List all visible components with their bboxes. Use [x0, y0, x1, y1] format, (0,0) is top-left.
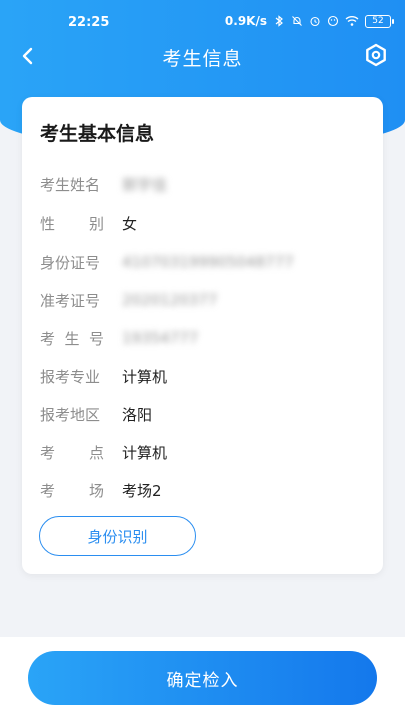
- status-icons: 0.9K/s 52: [224, 14, 394, 28]
- card-title: 考生基本信息: [40, 123, 155, 145]
- nav-bar: 考生信息: [0, 38, 405, 74]
- row-value: 410703199905048777: [122, 253, 294, 271]
- candidate-info-card: 考生基本信息 考生姓名 郭宇佳 性别 女 身份证号 41070319990504…: [22, 97, 383, 574]
- label-char: 生: [64, 329, 80, 348]
- row-label: 报考地区: [40, 405, 101, 424]
- label-char: 号: [88, 329, 104, 348]
- row-value: 计算机: [122, 443, 168, 462]
- row-name: 考生姓名 郭宇佳: [40, 172, 167, 196]
- label-char: 考: [40, 443, 56, 462]
- id-recognition-button[interactable]: 身份识别: [39, 516, 196, 556]
- row-label-char: 考生号: [40, 328, 104, 349]
- row-id-number: 身份证号 410703199905048777: [40, 250, 294, 274]
- row-gender: 性别 女: [40, 211, 137, 235]
- status-time: 22:25: [68, 15, 110, 30]
- label-char: 考: [40, 329, 56, 348]
- bluetooth-icon: [275, 15, 283, 27]
- row-candidate-number: 考生号 19354777: [40, 326, 198, 350]
- settings-icon[interactable]: [363, 42, 389, 68]
- network-speed: 0.9K/s: [224, 14, 267, 28]
- row-exam-room: 考场 考场2: [40, 478, 162, 502]
- face-icon: [327, 15, 339, 27]
- wifi-icon: [345, 16, 359, 26]
- row-value: 考场2: [122, 481, 162, 500]
- row-value: 郭宇佳: [122, 175, 168, 194]
- row-label-char: 考场: [40, 480, 104, 501]
- mute-bell-icon: [292, 16, 302, 26]
- label-char: 考: [40, 481, 56, 500]
- row-exam-site: 考点 计算机: [40, 440, 167, 464]
- row-label: 考场: [40, 480, 104, 501]
- row-admission-number: 准考证号 2020120377: [40, 288, 217, 312]
- alarm-icon: [310, 16, 320, 27]
- row-value: 女: [122, 214, 138, 233]
- row-major: 报考专业 计算机: [40, 364, 167, 388]
- label-char: 性: [40, 214, 56, 233]
- row-label-char: 性别: [40, 213, 104, 234]
- row-value: 19354777: [122, 329, 199, 347]
- row-value: 2020120377: [122, 291, 218, 309]
- row-value: 计算机: [122, 367, 168, 386]
- confirm-checkin-button[interactable]: 确定检入: [28, 651, 377, 705]
- row-label: 身份证号: [40, 253, 101, 272]
- row-label: 考点: [40, 442, 104, 463]
- row-value: 洛阳: [122, 405, 153, 424]
- row-label: 性别: [40, 213, 104, 234]
- row-label-char: 考点: [40, 442, 104, 463]
- label-char: 场: [88, 481, 104, 500]
- row-label: 考生号: [40, 328, 104, 349]
- label-char: 别: [88, 214, 104, 233]
- row-region: 报考地区 洛阳: [40, 402, 152, 426]
- battery-icon: 52: [365, 14, 394, 28]
- row-label: 准考证号: [40, 291, 101, 310]
- page-title: 考生信息: [162, 48, 243, 70]
- row-label: 考生姓名: [40, 175, 101, 194]
- row-label: 报考专业: [40, 367, 101, 386]
- label-char: 点: [88, 443, 104, 462]
